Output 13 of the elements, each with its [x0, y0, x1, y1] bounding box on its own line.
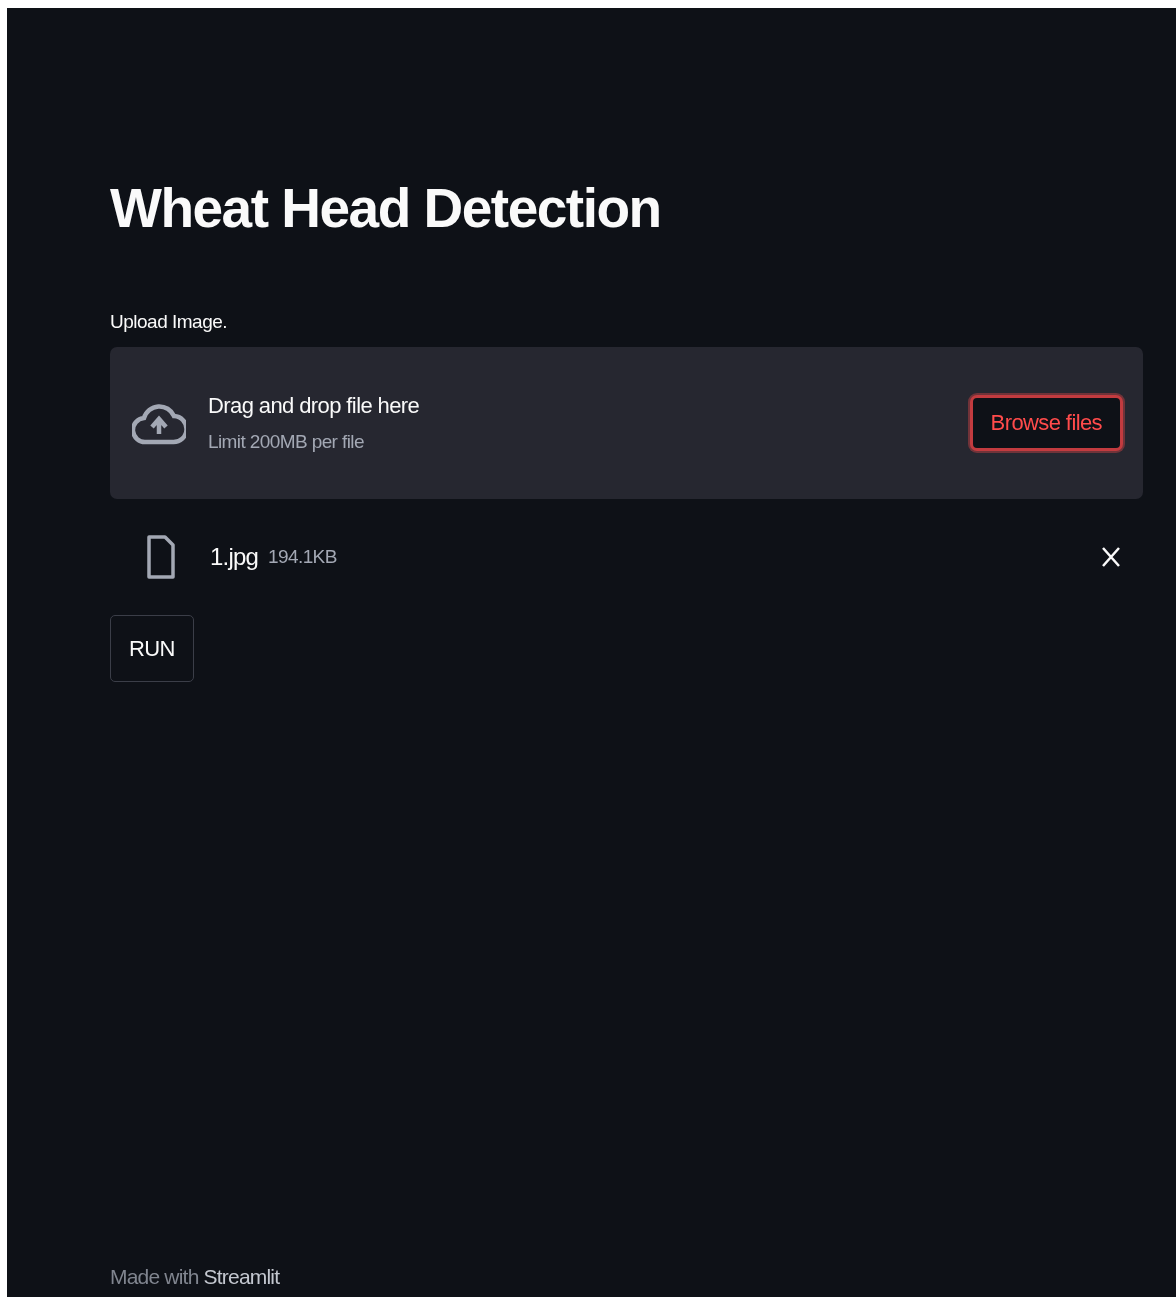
streamlit-link[interactable]: Streamlit — [203, 1265, 280, 1288]
page-title: Wheat Head Detection — [110, 176, 661, 241]
browse-files-button[interactable]: Browse files — [969, 395, 1123, 451]
file-size: 194.1KB — [268, 546, 338, 568]
close-icon[interactable] — [1101, 546, 1121, 568]
run-button[interactable]: RUN — [110, 615, 194, 682]
upload-label: Upload Image. — [110, 311, 228, 333]
file-name: 1.jpg — [210, 543, 259, 571]
drop-instructions: Drag and drop file here — [208, 393, 420, 419]
file-drop-zone[interactable]: Drag and drop file here Limit 200MB per file Browse files — [110, 347, 1143, 499]
file-size-limit: Limit 200MB per file — [208, 431, 364, 453]
footer-text: Made with Streamlit — [110, 1265, 280, 1289]
file-icon — [146, 534, 176, 580]
